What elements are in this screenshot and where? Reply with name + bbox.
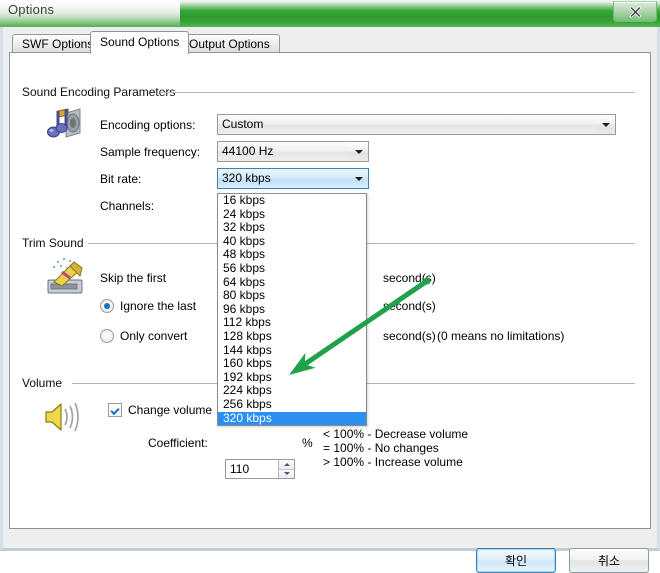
- bit-rate-value: 320 kbps: [222, 171, 271, 185]
- bit-rate-combobox[interactable]: 320 kbps: [217, 168, 369, 189]
- trim-sound-icon: [40, 256, 92, 301]
- channels-label: Channels:: [100, 199, 155, 213]
- encoding-options-value: Custom: [222, 117, 264, 131]
- skip-first-label: Skip the first: [100, 271, 167, 285]
- bit-rate-option[interactable]: 320 kbps: [218, 411, 366, 426]
- chevron-down-icon: [350, 142, 368, 161]
- window-title: Options: [8, 2, 55, 17]
- cancel-button[interactable]: 취소: [569, 548, 649, 573]
- skip-first-unit: second(s): [383, 271, 436, 285]
- bit-rate-option[interactable]: 256 kbps: [218, 397, 366, 412]
- radio-indicator: [100, 299, 114, 313]
- checkbox-indicator: [108, 403, 122, 417]
- bit-rate-option[interactable]: 48 kbps: [218, 248, 366, 262]
- tab-strip: SWF Options Sound Options Output Options: [9, 31, 651, 54]
- sample-frequency-label: Sample frequency:: [100, 145, 201, 159]
- volume-hint-nochange: = 100% - No changes: [323, 441, 439, 455]
- encoding-options-combobox[interactable]: Custom: [217, 114, 616, 135]
- close-icon[interactable]: [613, 1, 657, 22]
- ok-button[interactable]: 확인: [476, 548, 556, 573]
- spin-up-icon[interactable]: [278, 460, 294, 470]
- sound-encoding-group-rule: [160, 92, 635, 93]
- sample-frequency-value: 44100 Hz: [222, 144, 274, 158]
- percent-symbol: %: [302, 436, 313, 450]
- bit-rate-option[interactable]: 40 kbps: [218, 234, 366, 249]
- bit-rate-option[interactable]: 56 kbps: [218, 261, 366, 276]
- bit-rate-option[interactable]: 32 kbps: [218, 221, 366, 235]
- coefficient-label: Coefficient:: [148, 436, 208, 450]
- bit-rate-label: Bit rate:: [100, 172, 142, 186]
- radio-ignore-the-last[interactable]: Ignore the last: [100, 299, 196, 313]
- change-volume-label: Change volume: [128, 403, 213, 417]
- bit-rate-option[interactable]: 16 kbps: [218, 193, 366, 208]
- limitations-note: (0 means no limitations): [437, 329, 565, 343]
- radio-ignore-the-last-label: Ignore the last: [120, 299, 197, 313]
- ok-button-label: 확인: [504, 554, 528, 568]
- speaker-icon: [40, 398, 86, 439]
- bit-rate-option[interactable]: 64 kbps: [218, 275, 366, 290]
- bit-rate-option[interactable]: 144 kbps: [218, 343, 366, 358]
- radio-only-convert[interactable]: Only convert: [100, 329, 187, 343]
- coefficient-stepper[interactable]: 110: [225, 459, 295, 479]
- coefficient-value: 110: [230, 462, 250, 476]
- sound-encoding-group-title: Sound Encoding Parameters: [22, 85, 176, 99]
- encoding-options-label: Encoding options:: [100, 118, 196, 132]
- music-note-speaker-icon: [40, 107, 88, 150]
- radio-indicator: [100, 329, 114, 343]
- change-volume-checkbox[interactable]: Change volume: [108, 403, 212, 417]
- bit-rate-option[interactable]: 96 kbps: [218, 302, 366, 317]
- bit-rate-option[interactable]: 24 kbps: [218, 207, 366, 222]
- tab-sound-options[interactable]: Sound Options: [90, 31, 190, 54]
- trim-sound-group-title: Trim Sound: [22, 236, 84, 250]
- radio-only-convert-label: Only convert: [120, 329, 188, 343]
- chevron-down-icon: [597, 115, 615, 134]
- sample-frequency-combobox[interactable]: 44100 Hz: [217, 141, 369, 162]
- bit-rate-option[interactable]: 224 kbps: [218, 384, 366, 398]
- bit-rate-option[interactable]: 192 kbps: [218, 370, 366, 385]
- only-convert-unit: second(s): [383, 329, 436, 343]
- spin-down-icon[interactable]: [278, 469, 294, 478]
- bit-rate-option[interactable]: 128 kbps: [218, 329, 366, 344]
- options-dialog-window: Options SWF Options Sound Options Output…: [0, 0, 660, 573]
- dialog-body: SWF Options Sound Options Output Options…: [0, 27, 660, 573]
- bit-rate-option[interactable]: 80 kbps: [218, 289, 366, 303]
- bit-rate-option[interactable]: 160 kbps: [218, 357, 366, 371]
- chevron-down-icon: [350, 169, 368, 188]
- title-bar: Options: [0, 0, 660, 27]
- bit-rate-option[interactable]: 112 kbps: [218, 316, 366, 330]
- ignore-last-unit: second(s): [383, 299, 436, 313]
- volume-hint-decrease: < 100% - Decrease volume: [323, 427, 469, 441]
- coefficient-spin-buttons[interactable]: [278, 460, 294, 478]
- volume-group-title: Volume: [22, 376, 63, 390]
- volume-hint-increase: > 100% - Increase volume: [323, 455, 463, 469]
- bit-rate-dropdown-list[interactable]: 16 kbps 24 kbps 32 kbps 40 kbps 48 kbps 56 kb…: [217, 193, 367, 427]
- cancel-button-label: 취소: [597, 554, 621, 568]
- tab-output-options[interactable]: Output Options: [179, 34, 280, 53]
